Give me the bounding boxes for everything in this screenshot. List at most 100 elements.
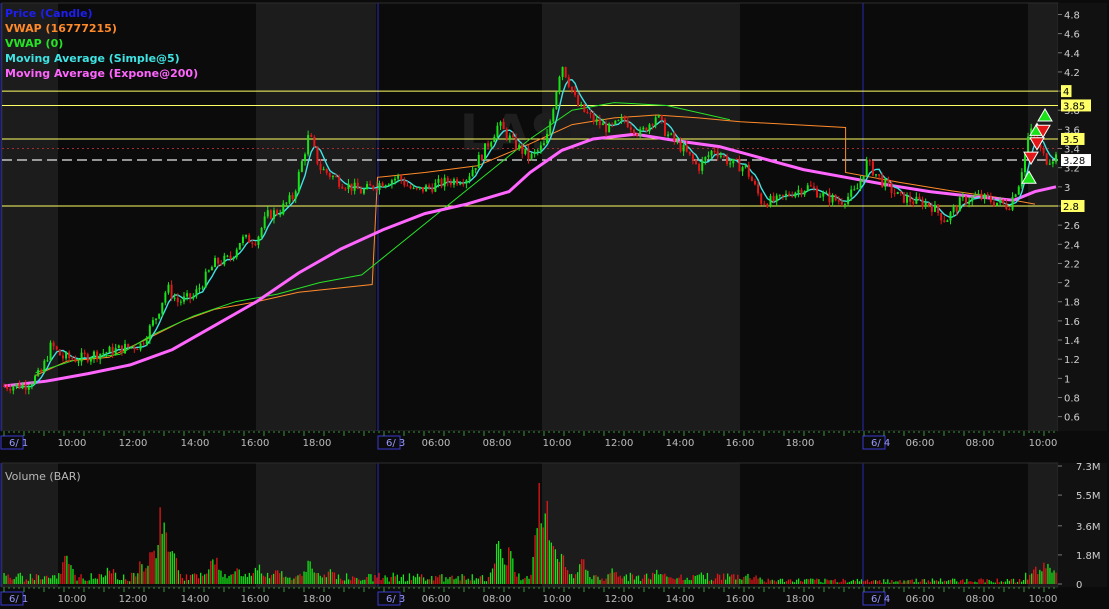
volume-bar (250, 575, 252, 584)
volume-bar (937, 581, 940, 584)
candle-body (310, 135, 313, 137)
volume-bar (193, 573, 196, 584)
candle-body (179, 301, 182, 303)
candle-body (6, 386, 9, 389)
candle-body (241, 236, 244, 244)
candle-body (452, 179, 455, 185)
level-value: 3.85 (1063, 101, 1085, 112)
candle-body (468, 176, 471, 181)
volume-bar (761, 579, 763, 584)
volume-bar (473, 580, 475, 584)
volume-bar (455, 578, 457, 584)
volume-bar (504, 564, 506, 584)
volume-bar (720, 579, 723, 584)
candle-body (577, 95, 580, 107)
volume-bar (431, 575, 433, 584)
volume-bar (220, 570, 222, 584)
price-tick-label: 0.6 (1064, 413, 1080, 424)
volume-bar (125, 579, 127, 584)
candle-body (769, 195, 772, 207)
volume-bar (246, 576, 248, 584)
volume-bar (60, 573, 62, 584)
candle-body (518, 144, 521, 150)
volume-bar (465, 579, 467, 584)
volume-bar (68, 563, 70, 584)
time-tick-label: 18:00 (786, 438, 815, 449)
volume-bar (605, 578, 607, 584)
volume-bar (943, 580, 946, 584)
candle-body (940, 213, 943, 221)
candle-body (18, 383, 21, 389)
candle-body (676, 140, 679, 142)
candle-body (114, 348, 117, 355)
volume-bar (688, 579, 690, 584)
candle-body (788, 193, 791, 196)
volume-bar (378, 572, 380, 584)
volume-bar (532, 556, 534, 584)
volume-bar (954, 578, 956, 584)
volume-bar (572, 578, 575, 584)
volume-bar (820, 581, 822, 584)
volume-bar (883, 579, 885, 584)
candle-body (937, 204, 940, 214)
volume-bar (467, 578, 469, 584)
candle-body (713, 150, 716, 152)
volume-bar (459, 580, 461, 584)
volume-bar (753, 577, 755, 584)
volume-bar (506, 565, 508, 584)
volume-bar (690, 580, 692, 584)
volume-bar (453, 579, 455, 584)
volume-bar (917, 582, 919, 584)
candle-body (757, 184, 760, 194)
candle-body (52, 342, 55, 347)
volume-bar (120, 580, 123, 584)
volume-bar (536, 528, 538, 584)
volume-bar (131, 572, 133, 584)
candle-body (887, 179, 890, 183)
candle-body (145, 339, 148, 345)
volume-bar (58, 573, 60, 584)
volume-bar (919, 581, 921, 584)
volume-bar (382, 577, 384, 584)
volume-bar (151, 552, 153, 584)
volume-bar (984, 582, 986, 584)
volume-tick-label: 7.3M (1076, 462, 1101, 473)
volume-bar (1029, 574, 1031, 584)
candle-body (735, 158, 738, 160)
volume-bar (836, 582, 838, 584)
volume-bar (682, 580, 684, 584)
volume-bar (895, 581, 897, 584)
candle-body (626, 120, 629, 128)
candle-body (459, 183, 462, 185)
volume-bar (54, 575, 56, 584)
volume-bar (583, 559, 585, 584)
volume-bar (1004, 581, 1007, 584)
candle-body (80, 352, 83, 362)
volume-bar (672, 578, 674, 584)
candle-body (1005, 203, 1008, 209)
candle-body (648, 124, 651, 132)
volume-bar (33, 580, 36, 584)
volume-bar (755, 575, 757, 584)
candle-body (58, 349, 61, 356)
volume-bar (84, 580, 86, 584)
candle-body (425, 185, 428, 192)
volume-bar (303, 571, 305, 584)
candle-body (226, 255, 229, 257)
candle-body (663, 119, 666, 136)
candle-body (989, 196, 992, 203)
volume-bar (354, 577, 356, 584)
candle-body (282, 203, 285, 215)
volume-bar (929, 581, 932, 584)
volume-bar (479, 576, 482, 584)
volume-bar (568, 574, 571, 584)
candle-body (573, 90, 576, 96)
candle-body (719, 155, 722, 157)
candle-body (741, 167, 744, 172)
volume-bar (846, 582, 848, 584)
volume-bar (816, 578, 818, 584)
candle-body (828, 192, 831, 203)
candle-body (884, 179, 887, 188)
volume-bar (169, 551, 171, 584)
volume-bar (66, 555, 68, 584)
